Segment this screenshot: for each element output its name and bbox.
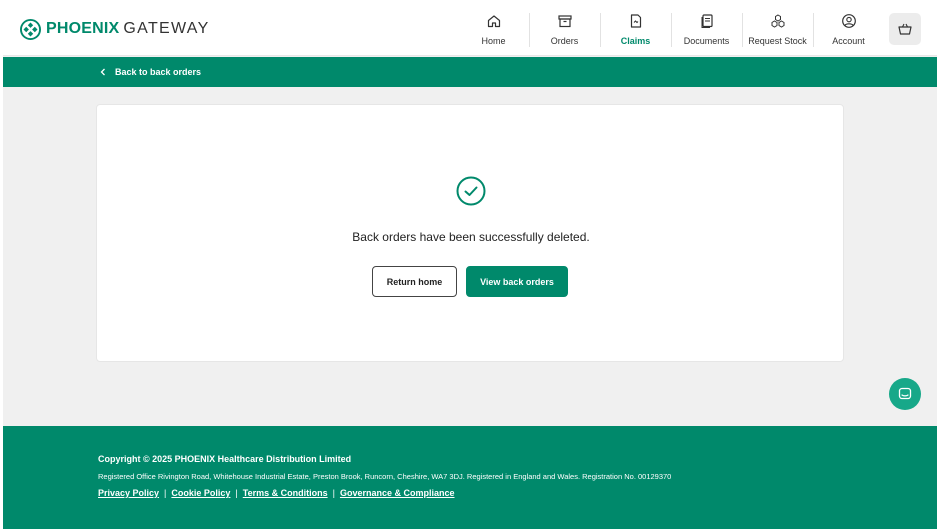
- home-icon: [487, 15, 500, 28]
- claims-document-icon: [630, 14, 641, 28]
- success-message: Back orders have been successfully delet…: [352, 230, 590, 244]
- phoenix-logo-icon: [20, 18, 41, 40]
- back-to-back-orders-link[interactable]: Back to back orders: [99, 57, 201, 87]
- nav-item-orders[interactable]: Orders: [529, 11, 600, 49]
- privacy-policy-link[interactable]: Privacy Policy: [98, 488, 159, 498]
- app-frame: PHOENIX GATEWAY Home Orders Claims Docum…: [3, 3, 937, 529]
- nav-label-claims: Claims: [620, 36, 651, 46]
- brand-name-strong: PHOENIX: [46, 20, 120, 37]
- footer-links: Privacy Policy | Cookie Policy | Terms &…: [98, 488, 455, 498]
- nav-label-account: Account: [832, 36, 865, 46]
- site-footer: Copyright © 2025 PHOENIX Healthcare Dist…: [3, 426, 937, 529]
- user-circle-icon: [841, 14, 856, 28]
- basket-button[interactable]: [889, 13, 921, 45]
- boxes-stack-icon: [771, 14, 784, 28]
- terms-conditions-link[interactable]: Terms & Conditions: [243, 488, 328, 498]
- basket-icon: [898, 23, 912, 35]
- nav-item-request-stock[interactable]: Request Stock: [742, 11, 813, 49]
- nav-item-home[interactable]: Home: [458, 11, 529, 49]
- chevron-left-icon: [100, 68, 105, 76]
- subheader-bar: Back to back orders: [3, 57, 937, 87]
- main-nav: Home Orders Claims Documents Request Sto…: [458, 11, 884, 49]
- nav-item-documents[interactable]: Documents: [671, 11, 742, 49]
- cookie-policy-link[interactable]: Cookie Policy: [171, 488, 230, 498]
- footer-separator: |: [235, 488, 238, 498]
- nav-label-request-stock: Request Stock: [748, 36, 807, 46]
- footer-separator: |: [332, 488, 335, 498]
- top-header: PHOENIX GATEWAY Home Orders Claims Docum…: [3, 3, 937, 56]
- nav-label-home: Home: [481, 36, 506, 46]
- nav-item-claims[interactable]: Claims: [600, 11, 671, 49]
- nav-label-documents: Documents: [683, 36, 730, 46]
- brand-name-light: GATEWAY: [123, 20, 210, 37]
- governance-compliance-link[interactable]: Governance & Compliance: [340, 488, 455, 498]
- confirmation-card: Back orders have been successfully delet…: [96, 104, 844, 362]
- nav-item-account[interactable]: Account: [813, 11, 884, 49]
- registered-office-text: Registered Office Rivington Road, Whiteh…: [98, 472, 672, 481]
- chat-button[interactable]: [889, 378, 921, 410]
- view-back-orders-button[interactable]: View back orders: [466, 266, 568, 297]
- chat-icon: [898, 387, 912, 400]
- nav-label-orders: Orders: [550, 36, 579, 46]
- brand-logo[interactable]: PHOENIX GATEWAY: [20, 18, 210, 40]
- check-circle-icon: [456, 176, 486, 206]
- documents-icon: [701, 14, 713, 28]
- copyright-text: Copyright © 2025 PHOENIX Healthcare Dist…: [98, 454, 352, 464]
- footer-separator: |: [164, 488, 167, 498]
- archive-box-icon: [557, 15, 572, 28]
- return-home-button[interactable]: Return home: [372, 266, 457, 297]
- back-link-label: Back to back orders: [115, 67, 202, 77]
